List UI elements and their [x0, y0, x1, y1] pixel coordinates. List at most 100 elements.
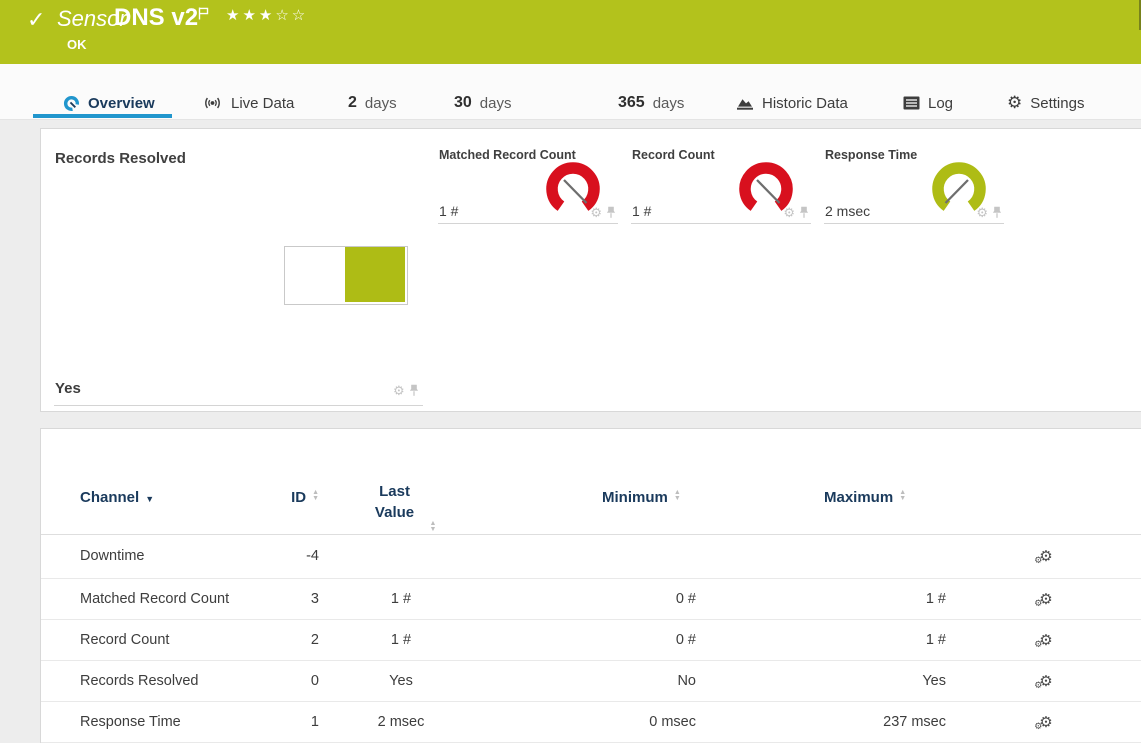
- table-row: Response Time 1 2 msec 0 msec 237 msec ⚙…: [41, 702, 1141, 743]
- sort-icon: ▲▼: [674, 490, 681, 502]
- cell-minimum: 0 #: [561, 579, 696, 619]
- table-row: Records Resolved 0 Yes No Yes ⚙⚙: [41, 661, 1141, 702]
- cell-id: -4: [255, 534, 319, 578]
- tab-label: Overview: [88, 95, 155, 112]
- prtg-sensor-page: ✓ Sensor DNS v2 ★★★☆☆ OK Overview Live D…: [0, 0, 1141, 743]
- pin-icon[interactable]: [799, 206, 809, 219]
- channel-settings-gear-icon[interactable]: ⚙⚙: [1026, 620, 1066, 660]
- sort-icon: ▲▼: [312, 490, 319, 502]
- sensor-name: DNS v2: [114, 4, 198, 32]
- gauge-record-count[interactable]: Record Count 1 # ⚙: [631, 148, 811, 224]
- gauge-title: Matched Record Count: [439, 148, 576, 162]
- gauge-needle: [946, 180, 969, 203]
- pin-icon[interactable]: [606, 206, 616, 219]
- tab-number: 30: [454, 94, 472, 112]
- divider: [54, 405, 423, 406]
- tab-label: days: [365, 95, 397, 112]
- cell-id: 0: [255, 661, 319, 701]
- channel-gear-icon[interactable]: ⚙: [590, 206, 602, 219]
- gauge-response-time[interactable]: Response Time 2 msec ⚙: [824, 148, 1004, 224]
- log-list-icon: [903, 96, 920, 110]
- cell-last-value: 1 #: [341, 620, 461, 660]
- cell-last-value: 2 msec: [341, 702, 461, 742]
- tab-label: Historic Data: [762, 95, 848, 112]
- channel-table-panel: Channel▼ ID▲▼ Last Value▲▼ Minimum▲▼ Max…: [40, 428, 1141, 743]
- column-header-maximum[interactable]: Maximum▲▼: [824, 489, 906, 506]
- gauge-matched-record-count[interactable]: Matched Record Count 1 # ⚙: [438, 148, 618, 224]
- tab-number: 2: [348, 94, 357, 112]
- divider: [824, 223, 1004, 224]
- overview-panel: Records Resolved Yes ⚙ Matched Record Co…: [40, 128, 1141, 412]
- cell-channel: Response Time: [80, 702, 181, 742]
- cell-minimum: 0 msec: [561, 702, 696, 742]
- column-header-minimum[interactable]: Minimum▲▼: [602, 489, 681, 506]
- gauge-needle: [757, 180, 780, 203]
- priority-stars[interactable]: ★★★☆☆: [226, 6, 308, 24]
- table-row: Downtime -4 ⚙⚙: [41, 534, 1141, 579]
- cell-maximum: 1 #: [811, 620, 946, 660]
- sort-desc-icon: ▼: [145, 494, 154, 504]
- tab-live-data[interactable]: Live Data: [202, 88, 294, 118]
- table-row: Matched Record Count 3 1 # 0 # 1 # ⚙⚙: [41, 579, 1141, 620]
- gauge-title: Record Count: [632, 148, 715, 162]
- tab-30-days[interactable]: 30 days: [454, 88, 511, 118]
- channel-settings-gear-icon[interactable]: ⚙⚙: [1026, 661, 1066, 701]
- tab-label: days: [480, 95, 512, 112]
- records-resolved-chart[interactable]: [284, 246, 408, 305]
- cell-channel: Matched Record Count: [80, 579, 229, 619]
- tab-2-days[interactable]: 2 days: [348, 88, 397, 118]
- cell-maximum: [811, 534, 946, 578]
- channel-gear-icon[interactable]: ⚙: [393, 384, 405, 397]
- flag-icon[interactable]: [198, 7, 209, 25]
- channel-settings-gear-icon[interactable]: ⚙⚙: [1026, 702, 1066, 742]
- tab-log[interactable]: Log: [903, 88, 953, 118]
- sort-icon: ▲▼: [430, 521, 437, 533]
- stars-empty: ☆☆: [275, 7, 308, 24]
- gauge-icon: [63, 95, 80, 112]
- cell-maximum: 1 #: [811, 579, 946, 619]
- column-header-channel[interactable]: Channel▼: [80, 489, 154, 506]
- stars-filled: ★★★: [226, 7, 275, 24]
- tab-label: Live Data: [231, 95, 294, 112]
- tab-365-days[interactable]: 365days: [618, 88, 684, 118]
- divider: [631, 223, 811, 224]
- cell-maximum: Yes: [811, 661, 946, 701]
- gauge-value: 2 msec: [825, 203, 870, 219]
- cell-minimum: No: [561, 661, 696, 701]
- pin-icon[interactable]: [992, 206, 1002, 219]
- gauge-needle: [564, 180, 587, 203]
- divider: [438, 223, 618, 224]
- channel-settings-gear-icon[interactable]: ⚙⚙: [1026, 534, 1066, 578]
- sensor-header: ✓ Sensor DNS v2 ★★★☆☆ OK: [0, 0, 1141, 64]
- featured-channel-title: Records Resolved: [55, 150, 186, 167]
- gauge-value: 1 #: [439, 203, 458, 219]
- table-row: Record Count 2 1 # 0 # 1 # ⚙⚙: [41, 620, 1141, 661]
- gauge-title: Response Time: [825, 148, 917, 162]
- live-broadcast-icon: [202, 95, 223, 111]
- channel-settings-gear-icon[interactable]: ⚙⚙: [1026, 579, 1066, 619]
- cell-channel: Record Count: [80, 620, 169, 660]
- cell-channel: Downtime: [80, 534, 144, 578]
- gear-icon: ⚙: [1007, 93, 1022, 113]
- cell-last-value: 1 #: [341, 579, 461, 619]
- tab-label: Log: [928, 95, 953, 112]
- sort-icon: ▲▼: [899, 490, 906, 502]
- cell-id: 3: [255, 579, 319, 619]
- column-header-last-value[interactable]: Last Value▲▼: [341, 481, 461, 533]
- featured-channel-value: Yes: [55, 380, 81, 397]
- cell-minimum: [561, 534, 696, 578]
- tab-historic-data[interactable]: Historic Data: [736, 88, 848, 118]
- cell-maximum: 237 msec: [811, 702, 946, 742]
- column-header-id[interactable]: ID▲▼: [255, 489, 319, 506]
- channel-gear-icon[interactable]: ⚙: [976, 206, 988, 219]
- area-chart-icon: [736, 96, 754, 111]
- pin-icon[interactable]: [409, 384, 419, 397]
- gauge-value: 1 #: [632, 203, 651, 219]
- cell-last-value: Yes: [341, 661, 461, 701]
- cell-channel: Records Resolved: [80, 661, 198, 701]
- tab-settings[interactable]: ⚙ Settings: [1007, 88, 1084, 118]
- cell-id: 1: [255, 702, 319, 742]
- channel-gear-icon[interactable]: ⚙: [783, 206, 795, 219]
- tab-label: Settings: [1030, 95, 1084, 112]
- active-tab-underline: [33, 114, 172, 118]
